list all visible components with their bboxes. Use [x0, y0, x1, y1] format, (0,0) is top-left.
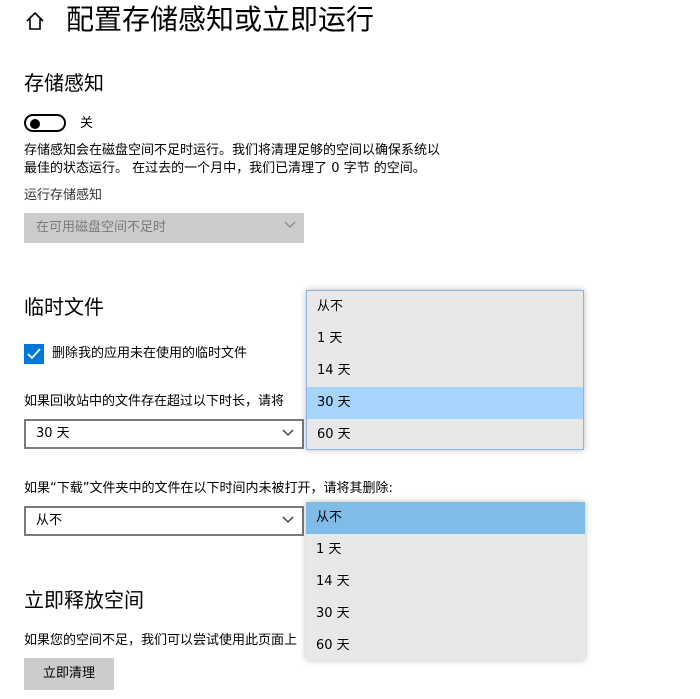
toggle-state-label: 关	[80, 116, 94, 131]
downloads-label: 如果“下载”文件夹中的文件在以下时间内未被打开，请将其删除:	[24, 481, 393, 496]
dropdown-option[interactable]: 14 天	[306, 566, 585, 598]
temp-files-heading: 临时文件	[24, 295, 104, 319]
downloads-select[interactable]: 从不	[24, 506, 304, 536]
run-storage-sense-value: 在可用磁盘空间不足时	[36, 220, 167, 235]
recycle-bin-dropdown[interactable]: 从不 1 天 14 天 30 天 60 天	[306, 290, 584, 450]
dropdown-option[interactable]: 从不	[307, 291, 583, 323]
dropdown-option[interactable]: 14 天	[307, 355, 583, 387]
free-space-description: 如果您的空间不足，我们可以尝试使用此页面上	[24, 633, 298, 648]
storage-sense-heading: 存储感知	[24, 71, 104, 95]
chevron-down-icon	[282, 516, 294, 523]
storage-sense-description-line2: 最佳的状态运行。 在过去的一个月中，我们已清理了 0 字节 的空间。	[24, 161, 426, 176]
downloads-value: 从不	[36, 513, 63, 528]
page-title: 配置存储感知或立即运行	[66, 3, 375, 36]
home-icon[interactable]	[24, 10, 46, 32]
toggle-knob	[30, 119, 40, 129]
dropdown-option-selected[interactable]: 从不	[306, 502, 585, 534]
dropdown-option[interactable]: 60 天	[307, 419, 583, 451]
delete-temp-files-checkbox[interactable]	[24, 344, 44, 364]
dropdown-option[interactable]: 1 天	[307, 323, 583, 355]
clean-now-button[interactable]: 立即清理	[24, 658, 114, 690]
dropdown-option[interactable]: 30 天	[306, 598, 585, 630]
storage-sense-description-line1: 存储感知会在磁盘空间不足时运行。我们将清理足够的空间以确保系统以	[24, 143, 441, 158]
free-space-heading: 立即释放空间	[24, 588, 144, 612]
chevron-down-icon	[284, 221, 296, 228]
dropdown-option[interactable]: 60 天	[306, 630, 585, 662]
storage-sense-toggle[interactable]	[24, 114, 66, 132]
chevron-down-icon	[282, 429, 294, 436]
downloads-dropdown[interactable]: 从不 1 天 14 天 30 天 60 天	[306, 502, 585, 660]
delete-temp-files-label: 删除我的应用未在使用的临时文件	[52, 346, 248, 361]
run-storage-sense-label: 运行存储感知	[24, 188, 103, 203]
recycle-bin-select[interactable]: 30 天	[24, 419, 304, 449]
recycle-bin-value: 30 天	[36, 426, 70, 441]
run-storage-sense-select: 在可用磁盘空间不足时	[24, 213, 304, 243]
checkmark-icon	[27, 348, 41, 360]
dropdown-option[interactable]: 1 天	[306, 534, 585, 566]
recycle-bin-label: 如果回收站中的文件存在超过以下时长，请将	[24, 394, 285, 409]
dropdown-option-highlighted[interactable]: 30 天	[307, 387, 583, 419]
